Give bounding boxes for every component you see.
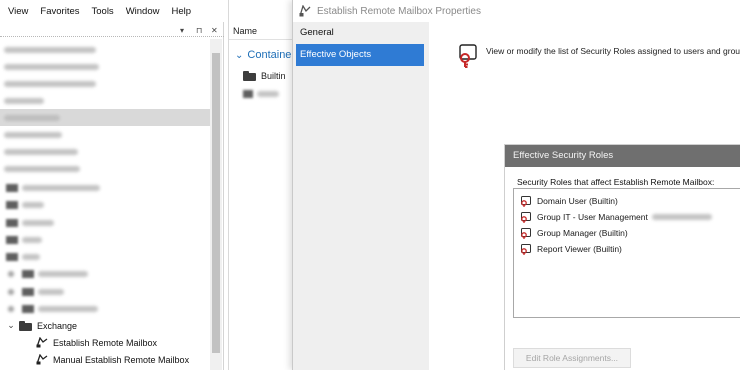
role-label: Domain User (Builtin) — [537, 196, 618, 206]
redacted-text — [651, 214, 712, 220]
chevron-down-icon[interactable]: ⌄ — [6, 320, 16, 331]
close-pane-icon[interactable]: ✕ — [211, 25, 218, 37]
security-role-icon — [521, 243, 531, 255]
tree-folder-redacted[interactable] — [0, 265, 210, 282]
group-header-containers[interactable]: ⌄ Containe — [235, 49, 291, 61]
list-item-builtin[interactable]: Builtin — [243, 68, 286, 84]
pane-dropdown-icon[interactable]: ▾ — [180, 25, 184, 37]
folder-icon — [243, 71, 256, 81]
tree-item-redacted[interactable] — [0, 160, 210, 177]
tree-item-redacted[interactable] — [0, 41, 210, 58]
tree-view: ⌄ Exchange Establish Remote Mailbox Manu… — [0, 39, 210, 370]
list-item[interactable]: Report Viewer (Builtin) — [520, 241, 622, 257]
pane-toolbar: ▾ ⊓ ✕ — [0, 25, 224, 37]
list-item[interactable]: Domain User (Builtin) — [520, 193, 618, 209]
tree-folder-redacted[interactable] — [0, 196, 210, 213]
tree-folder-redacted[interactable] — [0, 300, 210, 317]
list-pane: Name ⌄ Containe Builtin — [228, 0, 293, 370]
menu-favorites[interactable]: Favorites — [40, 6, 79, 17]
effective-roles-panel: Effective Security Roles Security Roles … — [504, 144, 740, 370]
tree-item-redacted[interactable] — [0, 92, 210, 109]
security-role-icon — [521, 195, 531, 207]
roles-subtitle: Security Roles that affect Establish Rem… — [517, 177, 715, 187]
role-label: Group Manager (Builtin) — [537, 228, 628, 238]
tree-folder-redacted[interactable] — [0, 179, 210, 196]
folder-icon — [19, 320, 32, 331]
role-label: Group IT - User Management — [537, 212, 648, 222]
roles-list[interactable]: Domain User (Builtin) Group IT - User Ma… — [513, 188, 740, 318]
scrollbar-thumb[interactable] — [212, 53, 220, 353]
column-header-name[interactable]: Name — [229, 22, 293, 40]
menu-window[interactable]: Window — [126, 6, 160, 17]
tree-item-redacted[interactable] — [0, 126, 210, 143]
tree-folder-redacted[interactable] — [0, 214, 210, 231]
tree-item-manual-establish-remote-mailbox[interactable]: Manual Establish Remote Mailbox — [0, 351, 210, 368]
role-label: Report Viewer (Builtin) — [537, 244, 622, 254]
security-role-icon — [521, 227, 531, 239]
tree-item-establish-remote-mailbox[interactable]: Establish Remote Mailbox — [0, 334, 210, 351]
info-text: View or modify the list of Security Role… — [486, 46, 740, 56]
properties-content: View or modify the list of Security Role… — [429, 22, 740, 370]
tree-item-redacted[interactable] — [0, 75, 210, 92]
group-header-label: Containe — [247, 49, 292, 61]
nav-effective-objects[interactable]: Effective Objects — [296, 44, 424, 66]
menu-view[interactable]: View — [8, 6, 28, 17]
workflow-icon — [36, 354, 48, 365]
nav-general[interactable]: General — [296, 22, 424, 44]
workflow-icon — [299, 5, 311, 17]
panel-title: Effective Security Roles — [505, 145, 740, 167]
tree-item-selected[interactable] — [0, 109, 210, 126]
properties-window: Establish Remote Mailbox Properties Gene… — [292, 0, 740, 370]
list-item-label: Builtin — [261, 71, 286, 81]
pin-icon[interactable]: ⊓ — [196, 25, 202, 37]
list-item[interactable]: Group Manager (Builtin) — [520, 225, 628, 241]
tree-item-redacted[interactable] — [0, 143, 210, 160]
tree-item-exchange[interactable]: ⌄ Exchange — [0, 317, 210, 334]
tree-item-label: Exchange — [37, 320, 78, 331]
tree-item-label: Manual Establish Remote Mailbox — [53, 354, 190, 365]
workflow-icon — [36, 337, 48, 348]
window-title: Establish Remote Mailbox Properties — [317, 5, 481, 17]
menu-tools[interactable]: Tools — [92, 6, 114, 17]
tree-item-label: Establish Remote Mailbox — [53, 337, 158, 348]
list-item-redacted[interactable] — [243, 86, 279, 102]
window-title-bar: Establish Remote Mailbox Properties — [293, 0, 740, 22]
tree-item-redacted[interactable] — [0, 58, 210, 75]
tree-scrollbar[interactable] — [210, 39, 222, 370]
edit-role-assignments-button[interactable]: Edit Role Assignments... — [513, 348, 631, 368]
navigation-pane: View Favorites Tools Window Help ▾ ⊓ ✕ ⌄ — [0, 0, 224, 370]
menu-help[interactable]: Help — [171, 6, 191, 17]
chevron-down-icon[interactable]: ⌄ — [235, 50, 243, 61]
security-role-icon — [521, 211, 531, 223]
tree-folder-redacted[interactable] — [0, 283, 210, 300]
menu-bar: View Favorites Tools Window Help — [0, 0, 224, 22]
tree-folder-redacted[interactable] — [0, 248, 210, 265]
list-item[interactable]: Group IT - User Management — [520, 209, 712, 225]
properties-nav: General Effective Objects — [293, 22, 429, 370]
security-role-icon — [459, 44, 477, 68]
tree-folder-redacted[interactable] — [0, 231, 210, 248]
